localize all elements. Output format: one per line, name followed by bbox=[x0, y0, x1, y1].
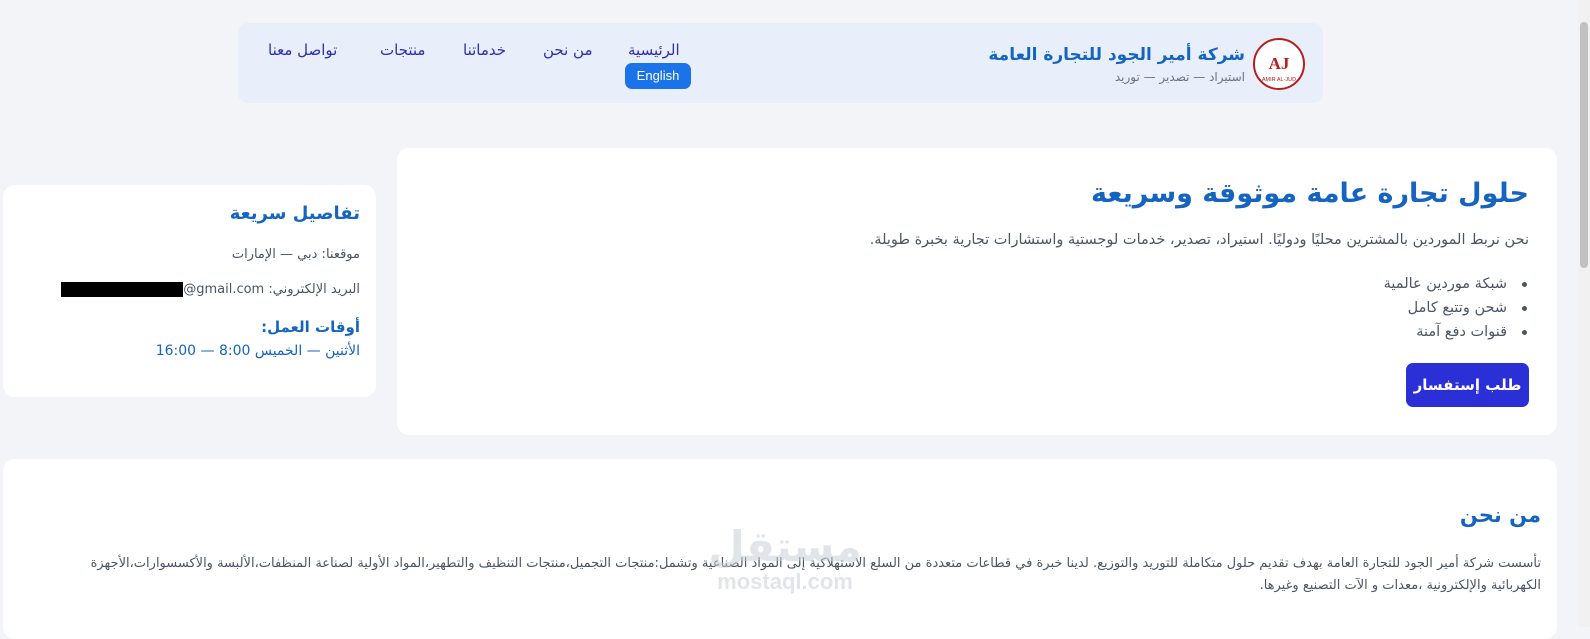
hours-title: أوقات العمل: bbox=[261, 318, 360, 336]
logo-subtext: AMIR AL-JUD bbox=[1262, 77, 1296, 83]
nav-link-products[interactable]: منتجات bbox=[380, 41, 425, 59]
quick-details-title: تفاصيل سريعة bbox=[229, 203, 360, 224]
watermark: مستقل mostaql.com bbox=[700, 525, 870, 595]
inquiry-button[interactable]: طلب إستفسار bbox=[1406, 363, 1529, 407]
email-domain: @gmail.com bbox=[183, 282, 265, 297]
quick-details-card: تفاصيل سريعة موقعنا: دبي — الإمارات البر… bbox=[3, 185, 376, 397]
nav-link-contact[interactable]: تواصل معنا bbox=[268, 41, 337, 59]
watermark-latin: mostaql.com bbox=[717, 569, 853, 594]
nav-link-services[interactable]: خدماتنا bbox=[463, 41, 506, 59]
hero-title: حلول تجارة عامة موثوقة وسريعة bbox=[1091, 178, 1529, 209]
email-row: البريد الإلكتروني: @gmail.com bbox=[61, 282, 360, 297]
company-logo: AJ AMIR AL-JUD bbox=[1253, 38, 1305, 90]
feature-item: شحن وتتبع كامل bbox=[1384, 296, 1528, 320]
about-title: من نحن bbox=[1459, 503, 1541, 527]
brand[interactable]: AJ AMIR AL-JUD شركة أمير الجود للتجارة ا… bbox=[988, 37, 1305, 91]
scrollbar[interactable] bbox=[1578, 0, 1590, 627]
scrollbar-thumb[interactable] bbox=[1580, 22, 1588, 268]
location-text: موقعنا: دبي — الإمارات bbox=[231, 247, 360, 262]
logo-letters: AJ bbox=[1269, 54, 1290, 73]
watermark-arabic: مستقل bbox=[708, 522, 862, 571]
brand-tagline: استيراد — تصدير — توريد bbox=[1114, 70, 1245, 84]
email-label: البريد الإلكتروني: bbox=[268, 282, 360, 297]
hero-section: حلول تجارة عامة موثوقة وسريعة نحن نربط ا… bbox=[397, 148, 1557, 435]
email-address[interactable]: @gmail.com bbox=[61, 282, 264, 297]
site-header: AJ AMIR AL-JUD شركة أمير الجود للتجارة ا… bbox=[238, 23, 1323, 103]
hero-description: نحن نربط الموردين بالمشترين محليًا ودولي… bbox=[869, 232, 1529, 248]
redacted-block bbox=[61, 282, 184, 297]
feature-item: قنوات دفع آمنة bbox=[1384, 320, 1528, 344]
language-toggle-button[interactable]: English bbox=[625, 63, 691, 89]
nav-link-about[interactable]: من نحن bbox=[543, 41, 593, 59]
feature-item: شبكة موردين عالمية bbox=[1384, 272, 1528, 296]
hours-text: الأثنين — الخميس 8:00 — 16:00 bbox=[155, 343, 360, 359]
nav-link-home[interactable]: الرئيسية bbox=[628, 41, 680, 59]
brand-name: شركة أمير الجود للتجارة العامة bbox=[988, 45, 1245, 65]
feature-list: شبكة موردين عالمية شحن وتتبع كامل قنوات … bbox=[1384, 272, 1528, 344]
